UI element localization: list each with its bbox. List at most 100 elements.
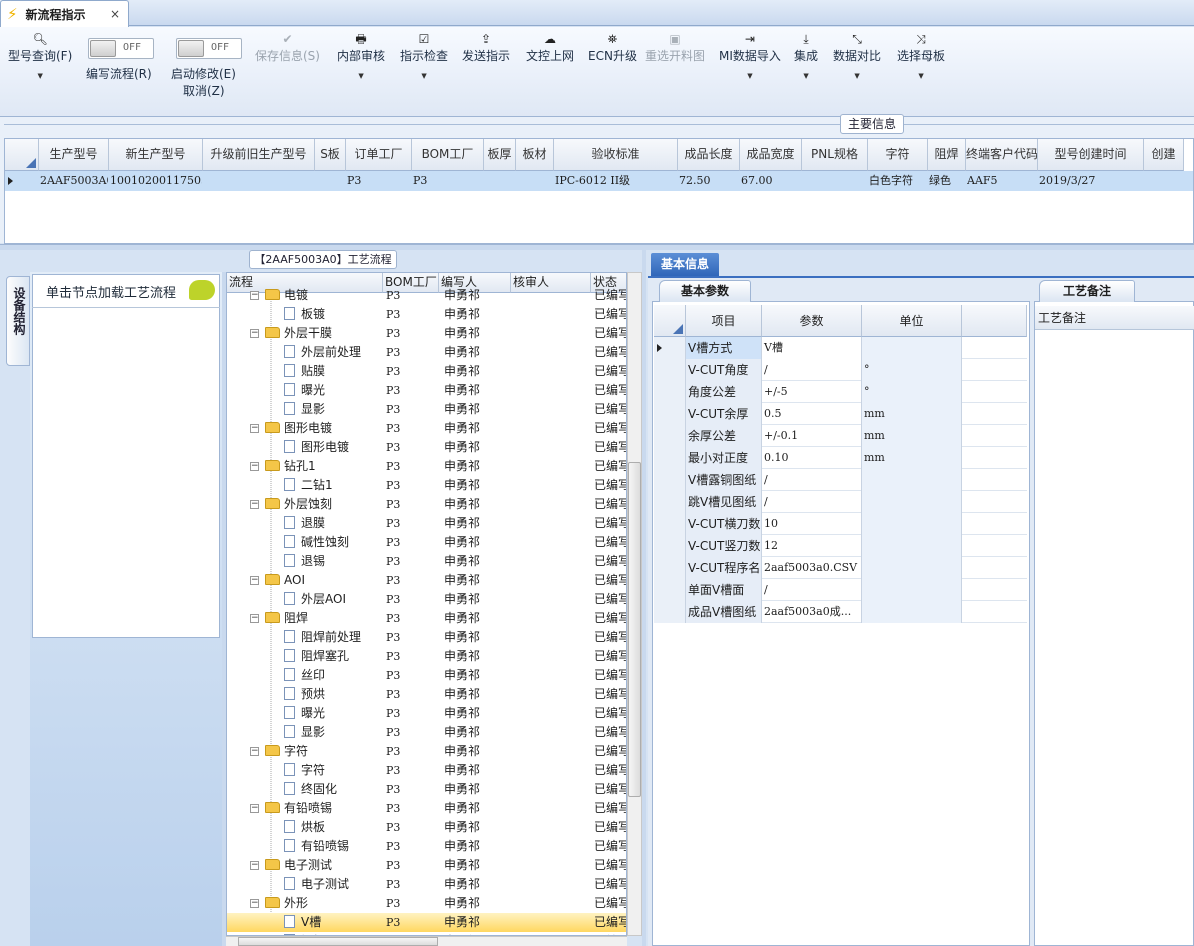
table-row[interactable]: 余厚公差 +/-0.1 mm bbox=[654, 425, 1027, 447]
row-header[interactable] bbox=[654, 535, 686, 557]
item-cell[interactable]: V-CUT程序名 bbox=[686, 557, 762, 579]
table-cell[interactable]: 2019/3/27 bbox=[1039, 171, 1143, 191]
item-cell[interactable]: 最小对正度 bbox=[686, 447, 762, 469]
tab-basic-params[interactable]: 基本参数 bbox=[659, 280, 751, 302]
column-header[interactable]: 阻焊 bbox=[928, 139, 966, 171]
column-header[interactable]: 订单工厂 bbox=[346, 139, 412, 171]
tree-folder-node[interactable]: − 电子测试 P3 申勇祁 已编写 bbox=[227, 856, 626, 875]
param-cell[interactable]: 0.10 bbox=[762, 447, 862, 469]
table-cell[interactable]: P3 bbox=[413, 171, 483, 191]
column-header[interactable]: PNL规格 bbox=[802, 139, 868, 171]
save-info-button[interactable]: ✔ 保存信息(S) bbox=[255, 31, 320, 64]
row-header[interactable] bbox=[654, 359, 686, 381]
table-cell[interactable]: 72.50 bbox=[679, 171, 739, 191]
collapse-toggle[interactable]: − bbox=[250, 804, 259, 813]
column-header[interactable]: 终端客户代码 bbox=[966, 139, 1038, 171]
ecn-upgrade-button[interactable]: ⛯ ECN升级 bbox=[588, 31, 637, 64]
column-header[interactable]: 成品宽度 bbox=[740, 139, 802, 171]
column-header[interactable]: 新生产型号 bbox=[109, 139, 203, 171]
table-row[interactable]: V槽露铜图纸 / bbox=[654, 469, 1027, 491]
tree-folder-node[interactable]: − 钻孔1 P3 申勇祁 已编写 bbox=[227, 457, 626, 476]
tree-file-node[interactable]: 曝光 P3 申勇祁 已编写 bbox=[227, 704, 626, 723]
tree-file-node[interactable]: 图形电镀 P3 申勇祁 已编写 bbox=[227, 438, 626, 457]
item-cell[interactable]: V槽露铜图纸 bbox=[686, 469, 762, 491]
tree-file-node[interactable]: 退锡 P3 申勇祁 已编写 bbox=[227, 552, 626, 571]
column-header[interactable] bbox=[962, 305, 1027, 337]
table-row[interactable]: 角度公差 +/-5 ° bbox=[654, 381, 1027, 403]
item-cell[interactable]: 跳V槽见图纸 bbox=[686, 491, 762, 513]
row-header[interactable] bbox=[654, 425, 686, 447]
vertical-splitter[interactable] bbox=[642, 250, 646, 946]
side-tab-equipment-structure[interactable]: 设备结构 bbox=[6, 276, 30, 366]
row-header[interactable] bbox=[654, 491, 686, 513]
collapse-toggle[interactable]: − bbox=[250, 329, 259, 338]
unit-cell[interactable] bbox=[862, 469, 962, 491]
column-header[interactable]: 生产型号 bbox=[39, 139, 109, 171]
table-row[interactable]: V-CUT横刀数 10 bbox=[654, 513, 1027, 535]
unit-cell[interactable]: mm bbox=[862, 425, 962, 447]
data-compare-button[interactable]: ⤡ 数据对比 ▼ bbox=[833, 31, 881, 80]
unit-cell[interactable]: mm bbox=[862, 447, 962, 469]
param-cell[interactable]: / bbox=[762, 491, 862, 513]
column-header[interactable]: 参数 bbox=[762, 305, 862, 337]
tree-file-node[interactable]: 显影 P3 申勇祁 已编写 bbox=[227, 723, 626, 742]
cancel-button[interactable]: 取消(Z) bbox=[183, 82, 225, 99]
reselect-cutting-button[interactable]: ▣ 重选开料图 bbox=[645, 31, 705, 64]
collapse-toggle[interactable]: − bbox=[250, 899, 259, 908]
tree-file-node[interactable]: 阻焊前处理 P3 申勇祁 已编写 bbox=[227, 628, 626, 647]
row-header[interactable] bbox=[654, 469, 686, 491]
tree-file-node[interactable]: 有铅喷锡 P3 申勇祁 已编写 bbox=[227, 837, 626, 856]
scrollbar-thumb[interactable] bbox=[238, 937, 438, 946]
unit-cell[interactable] bbox=[862, 491, 962, 513]
collapse-toggle[interactable]: − bbox=[250, 861, 259, 870]
table-cell[interactable]: 2AAF5003A0 bbox=[40, 171, 108, 191]
tree-file-node[interactable]: 退膜 P3 申勇祁 已编写 bbox=[227, 514, 626, 533]
tree-file-node[interactable]: 烘板 P3 申勇祁 已编写 bbox=[227, 818, 626, 837]
table-cell[interactable] bbox=[1145, 171, 1183, 191]
tab-basic-info[interactable]: 基本信息 bbox=[651, 253, 719, 276]
row-header[interactable] bbox=[654, 557, 686, 579]
column-header[interactable]: 项目 bbox=[686, 305, 762, 337]
collapse-toggle[interactable]: − bbox=[250, 500, 259, 509]
table-row[interactable]: 最小对正度 0.10 mm bbox=[654, 447, 1027, 469]
row-header[interactable] bbox=[654, 381, 686, 403]
unit-cell[interactable] bbox=[862, 337, 962, 359]
tree-file-node[interactable]: 丝印 P3 申勇祁 已编写 bbox=[227, 666, 626, 685]
column-header[interactable]: 字符 bbox=[868, 139, 928, 171]
table-cell[interactable]: 绿色 bbox=[929, 171, 965, 191]
row-header[interactable] bbox=[654, 403, 686, 425]
param-cell[interactable]: 0.5 bbox=[762, 403, 862, 425]
mi-import-button[interactable]: ⇥ MI数据导入 ▼ bbox=[719, 31, 781, 80]
tree-file-node[interactable]: V槽 P3 申勇祁 已编写 bbox=[227, 913, 626, 932]
table-cell[interactable]: 10010200117505 bbox=[110, 171, 202, 191]
internal-review-button[interactable]: 🖶 内部审核 ▼ bbox=[337, 31, 385, 80]
row-header[interactable] bbox=[654, 447, 686, 469]
item-cell[interactable]: 单面V槽面 bbox=[686, 579, 762, 601]
column-header[interactable]: 型号创建时间 bbox=[1038, 139, 1144, 171]
main-info-grid[interactable]: 生产型号 2AAF5003A0 新生产型号 10010200117505 升级前旧生产型… bbox=[4, 138, 1194, 244]
column-header[interactable]: S板 bbox=[315, 139, 346, 171]
table-row[interactable]: 跳V槽见图纸 / bbox=[654, 491, 1027, 513]
tree-folder-node[interactable]: − 外层干膜 P3 申勇祁 已编写 bbox=[227, 324, 626, 343]
param-cell[interactable]: 2aaf5003a0.CSV bbox=[762, 557, 862, 579]
param-cell[interactable]: V槽 bbox=[762, 337, 862, 359]
tree-file-node[interactable]: 预烘 P3 申勇祁 已编写 bbox=[227, 685, 626, 704]
table-cell[interactable] bbox=[803, 171, 867, 191]
table-cell[interactable]: AAF5 bbox=[967, 171, 1037, 191]
table-row[interactable]: V-CUT程序名 2aaf5003a0.CSV bbox=[654, 557, 1027, 579]
item-cell[interactable]: 角度公差 bbox=[686, 381, 762, 403]
collapse-toggle[interactable]: − bbox=[250, 291, 259, 300]
model-query-button[interactable]: 🔍︎ 型号查询(F) ▼ bbox=[8, 31, 72, 80]
table-cell[interactable]: P3 bbox=[347, 171, 411, 191]
item-cell[interactable]: 成品V槽图纸 bbox=[686, 601, 762, 623]
unit-cell[interactable] bbox=[862, 535, 962, 557]
tree-file-node[interactable]: 显影 P3 申勇祁 已编写 bbox=[227, 400, 626, 419]
table-row[interactable]: 单面V槽面 / bbox=[654, 579, 1027, 601]
param-cell[interactable]: 2aaf5003a0成... bbox=[762, 601, 862, 623]
item-cell[interactable]: 余厚公差 bbox=[686, 425, 762, 447]
tree-file-node[interactable]: 二钻1 P3 申勇祁 已编写 bbox=[227, 476, 626, 495]
unit-cell[interactable] bbox=[862, 579, 962, 601]
horizontal-splitter[interactable] bbox=[0, 244, 1194, 250]
integrate-button[interactable]: ⤓ 集成 ▼ bbox=[794, 31, 818, 80]
tree-folder-node[interactable]: − 字符 P3 申勇祁 已编写 bbox=[227, 742, 626, 761]
